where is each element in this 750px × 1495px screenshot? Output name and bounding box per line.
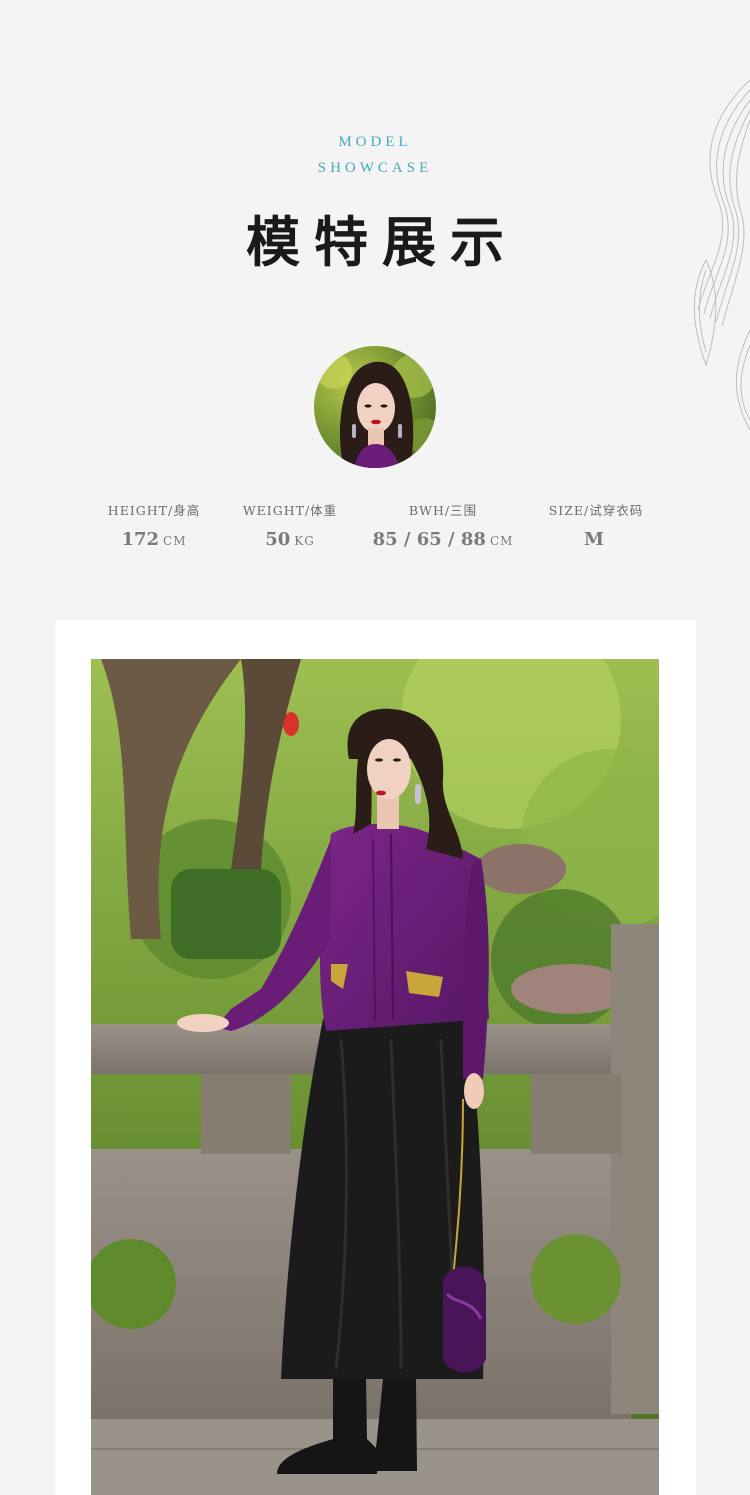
- stat-bwh-value-row: 85 / 65 / 88 CM: [364, 529, 522, 550]
- stat-bwh-value: 85 / 65 / 88: [372, 529, 486, 550]
- stat-height-value: 172: [121, 529, 160, 550]
- stat-height-value-row: 172 CM: [92, 529, 216, 550]
- stat-weight-value-row: 50 KG: [228, 529, 352, 550]
- model-showcase-page: MODEL SHOWCASE 模特展示 HEIGHT/身高 172 CM WEI…: [0, 0, 750, 1495]
- stat-size: SIZE/试穿衣码 M: [534, 500, 658, 550]
- model-photo-illustration: [91, 659, 659, 1495]
- stat-size-value: M: [584, 529, 604, 550]
- stat-height: HEIGHT/身高 172 CM: [92, 500, 216, 550]
- stat-weight-unit: KG: [294, 534, 315, 548]
- stat-height-label: HEIGHT/身高: [107, 503, 201, 518]
- stat-bwh-label: BWH/三围: [408, 503, 478, 518]
- eyebrow-model: MODEL: [338, 134, 412, 150]
- stat-size-label: SIZE/试穿衣码: [548, 503, 644, 518]
- model-portrait-illustration: [316, 353, 436, 468]
- stat-height-unit: CM: [163, 534, 187, 548]
- eyebrow-showcase: SHOWCASE: [317, 160, 433, 176]
- stat-weight: WEIGHT/体重 50 KG: [228, 500, 352, 550]
- stat-weight-value: 50: [265, 529, 291, 550]
- stat-bwh: BWH/三围 85 / 65 / 88 CM: [364, 500, 522, 550]
- model-avatar: [314, 346, 436, 468]
- model-photo: [91, 659, 659, 1495]
- stat-bwh-unit: CM: [489, 534, 514, 548]
- stat-weight-label: WEIGHT/体重: [242, 503, 338, 518]
- stat-size-value-row: M: [534, 529, 658, 550]
- page-title: 模特展示: [246, 210, 518, 274]
